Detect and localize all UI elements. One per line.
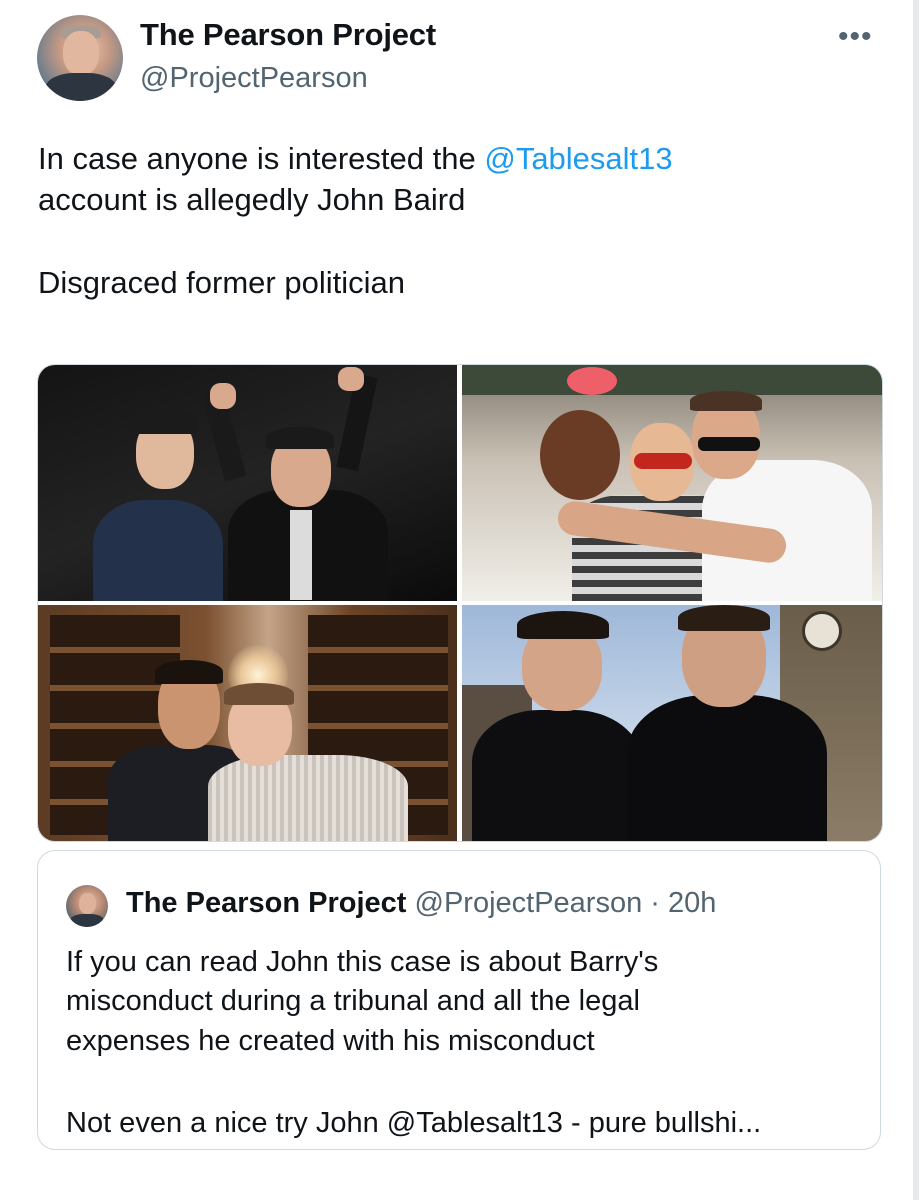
quoted-separator: · [650, 887, 660, 919]
quoted-text-line1: If you can read John this case is about … [66, 946, 659, 978]
quoted-text-line2: misconduct during a tribunal and all the… [66, 985, 640, 1018]
quoted-author-avatar[interactable] [66, 885, 108, 927]
tweet-text-line2: account is allegedly John Baird [38, 182, 466, 218]
photo-two-men-cheering[interactable] [38, 365, 457, 601]
tweet-text: In case anyone is interested the @Tables… [38, 138, 868, 304]
quoted-text-line4: Not even a nice try John @Tablesalt13 - … [66, 1107, 762, 1140]
tweet-text-line3: Disgraced former politician [38, 265, 405, 301]
photo-two-men-wine-cellar[interactable] [38, 605, 457, 841]
more-options-icon[interactable]: ••• [838, 20, 873, 54]
author-handle[interactable]: @ProjectPearson [140, 62, 368, 95]
quoted-author-name[interactable]: The Pearson Project [126, 887, 406, 919]
quoted-tweet-text: If you can read John this case is about … [66, 943, 856, 1144]
quoted-tweet-header: The Pearson Project @ProjectPearson · 20… [126, 887, 716, 920]
media-grid [37, 364, 883, 842]
quoted-tweet[interactable]: The Pearson Project @ProjectPearson · 20… [37, 850, 881, 1150]
quoted-author-handle[interactable]: @ProjectPearson [415, 887, 643, 919]
photo-two-men-sunglasses[interactable] [462, 365, 882, 601]
quoted-timestamp[interactable]: 20h [668, 887, 716, 919]
quoted-text-line3: expenses he created with his misconduct [66, 1024, 595, 1057]
scrollbar-track [913, 0, 919, 1200]
author-name[interactable]: The Pearson Project [140, 17, 436, 53]
mention-link[interactable]: @Tablesalt13 [484, 141, 672, 176]
photo-two-men-parliament[interactable] [462, 605, 882, 841]
tweet-text-prefix: In case anyone is interested the [38, 141, 485, 176]
author-avatar[interactable] [37, 15, 123, 101]
